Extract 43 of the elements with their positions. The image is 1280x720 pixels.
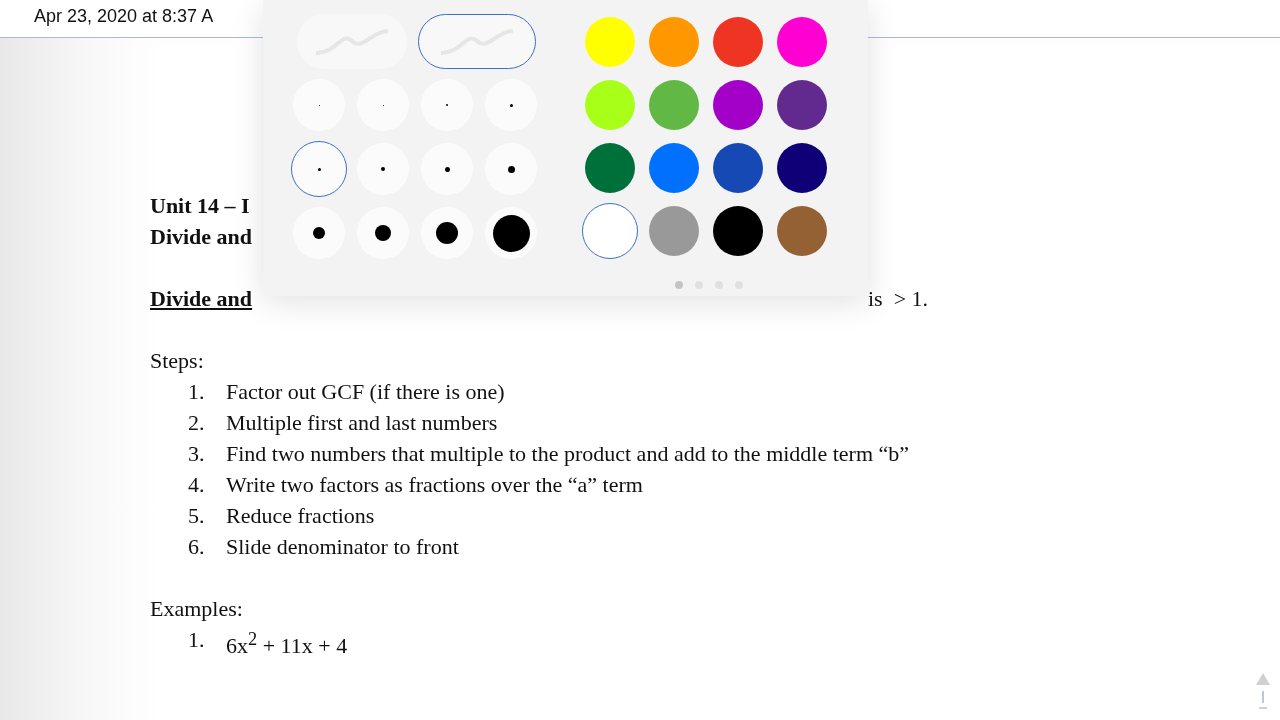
step-text: Multiple first and last numbers [226, 409, 498, 437]
list-number: 1. [188, 378, 206, 406]
color-swatch[interactable] [649, 206, 699, 256]
step-text: Factor out GCF (if there is one) [226, 378, 505, 406]
color-swatch[interactable] [713, 17, 763, 67]
list-number: 1. [188, 626, 206, 654]
title-line: Unit 14 – I [150, 192, 250, 220]
color-swatch[interactable] [585, 143, 635, 193]
timestamp: Apr 23, 2020 at 8:37 A [34, 6, 214, 27]
color-swatch[interactable] [777, 17, 827, 67]
color-swatch[interactable] [585, 17, 635, 67]
color-swatch[interactable] [649, 143, 699, 193]
color-swatch[interactable] [713, 80, 763, 130]
step-text: Write two factors as fractions over the “a” term [226, 471, 643, 499]
definition-term: Divide and [150, 285, 253, 313]
color-swatch[interactable] [713, 206, 763, 256]
list-number: 3. [188, 440, 206, 468]
brush-size-button[interactable] [357, 207, 409, 259]
color-swatch[interactable] [777, 143, 827, 193]
color-swatch[interactable] [585, 80, 635, 130]
color-swatch[interactable] [582, 203, 638, 259]
step-text: Slide denominator to front [226, 533, 459, 561]
page-indicator-dot[interactable] [675, 281, 683, 289]
scroll-up-icon[interactable] [1256, 673, 1270, 709]
color-swatch[interactable] [649, 80, 699, 130]
example-expression: 6x$^{2}$ + 11x + 4 [226, 628, 348, 655]
step-text: Reduce fractions [226, 502, 375, 530]
title-line: Divide and [150, 223, 253, 251]
definition-text: is > 1. [868, 285, 930, 313]
examples-label: Examples: [150, 595, 244, 623]
list-number: 4. [188, 471, 206, 499]
brush-size-button[interactable] [421, 207, 473, 259]
color-swatch[interactable] [649, 17, 699, 67]
brush-size-button[interactable] [293, 207, 345, 259]
list-number: 6. [188, 533, 206, 561]
color-swatch[interactable] [777, 80, 827, 130]
color-swatch[interactable] [777, 206, 827, 256]
list-number: 5. [188, 502, 206, 530]
step-text: Find two numbers that multiple to the product and add to the middle term “b” [226, 440, 910, 468]
steps-label: Steps: [150, 347, 205, 375]
brush-size-button[interactable] [485, 207, 537, 259]
color-swatch[interactable] [713, 143, 763, 193]
list-number: 2. [188, 409, 206, 437]
